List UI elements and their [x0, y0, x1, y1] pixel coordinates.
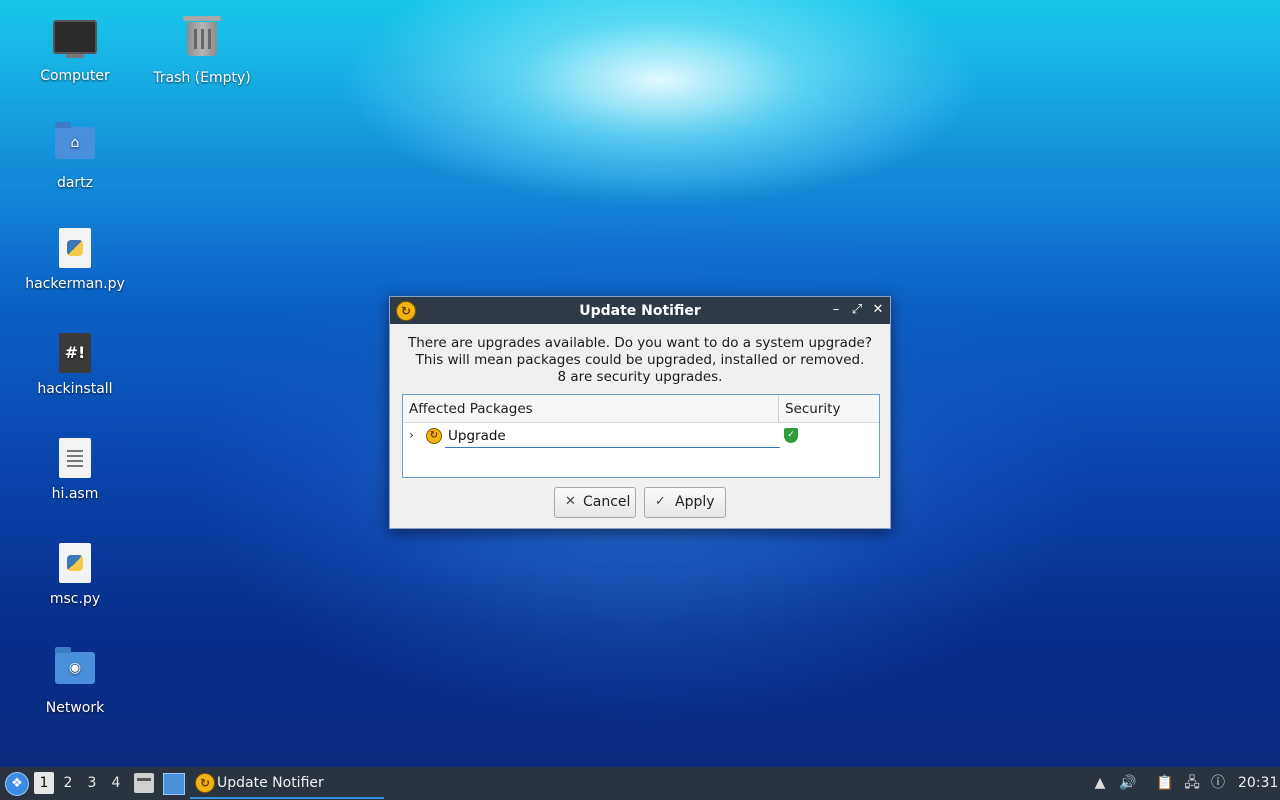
cancel-button[interactable]: ✕ Cancel	[554, 487, 636, 518]
update-notifier-icon: ↻	[426, 428, 442, 444]
message-line: 8 are security upgrades.	[557, 369, 723, 385]
trash-icon	[180, 16, 224, 66]
start-menu-icon[interactable]: ❖	[5, 772, 29, 796]
desktop-icon-msc-py[interactable]: msc.py	[20, 541, 130, 607]
table-row[interactable]: › ↻ Upgrade ✓	[403, 423, 879, 451]
computer-icon	[53, 20, 97, 64]
maximize-icon[interactable]: ⤢	[849, 302, 865, 318]
taskbar: ❖ 1 2 3 4 ↻ Update Notifier ▲ 🔊 📋 🖧 ⓘ 20…	[0, 767, 1280, 800]
message-line: This will mean packages could be upgrade…	[415, 352, 865, 368]
notification-icon[interactable]: ⓘ	[1208, 773, 1228, 793]
desktop-icon-computer[interactable]: Computer	[20, 16, 130, 84]
python-file-icon	[53, 543, 97, 587]
column-divider	[778, 395, 779, 422]
desktop-icon-label: dartz	[56, 175, 94, 191]
workspace-2[interactable]: 2	[58, 772, 78, 794]
taskbar-item-update-notifier[interactable]: ↻ Update Notifier	[190, 770, 384, 799]
workspace-4[interactable]: 4	[106, 772, 126, 794]
desktop-icon-label: msc.py	[49, 591, 101, 607]
workspace-1[interactable]: 1	[34, 772, 54, 794]
desktop-icon-label: Network	[45, 700, 105, 716]
message-line: There are upgrades available. Do you wan…	[408, 335, 872, 351]
close-icon[interactable]: ✕	[870, 302, 886, 318]
home-folder-icon: ⌂	[53, 122, 97, 171]
update-notifier-dialog: ↻ Update Notifier – ⤢ ✕ There are upgrad…	[389, 296, 891, 529]
dialog-titlebar[interactable]: ↻ Update Notifier – ⤢ ✕	[390, 297, 890, 324]
file-manager-icon[interactable]	[134, 773, 154, 793]
column-header-security[interactable]: Security	[785, 401, 840, 417]
desktop-icon-network[interactable]: ◉ Network	[20, 646, 130, 716]
minimize-icon[interactable]: –	[828, 302, 844, 318]
dialog-message: There are upgrades available. Do you wan…	[390, 335, 890, 386]
row-label-upgrade[interactable]: Upgrade	[445, 428, 780, 448]
apply-button[interactable]: ✓ Apply	[644, 487, 726, 518]
network-icon[interactable]: 🖧	[1182, 773, 1202, 793]
clock[interactable]: 20:31	[1238, 775, 1278, 791]
desktop-icon-dartz[interactable]: ⌂ dartz	[20, 121, 130, 191]
desktop-icon-hackinstall[interactable]: #! hackinstall	[20, 331, 130, 397]
apply-button-label: Apply	[675, 494, 715, 510]
check-icon: ✓	[655, 494, 666, 509]
column-header-affected-packages[interactable]: Affected Packages	[409, 401, 533, 417]
desktop-icon-label: hackerman.py	[25, 276, 125, 292]
workspace-3[interactable]: 3	[82, 772, 102, 794]
text-file-icon	[53, 438, 97, 482]
chevron-right-icon[interactable]: ›	[409, 428, 414, 442]
cancel-button-label: Cancel	[583, 494, 631, 510]
tray-up-arrow-icon[interactable]: ▲	[1090, 773, 1110, 793]
dialog-title: Update Notifier	[579, 303, 701, 319]
close-icon: ✕	[565, 494, 576, 509]
desktop-icon-label: hi.asm	[51, 486, 99, 502]
table-header: Affected Packages Security	[403, 395, 879, 423]
python-file-icon	[53, 228, 97, 272]
update-notifier-icon: ↻	[195, 773, 215, 793]
desktop-icon-trash[interactable]: Trash (Empty)	[147, 16, 257, 86]
volume-icon[interactable]: 🔊	[1118, 773, 1138, 793]
desktop-icon-hi-asm[interactable]: hi.asm	[20, 436, 130, 502]
network-folder-icon: ◉	[53, 647, 97, 696]
show-desktop-icon[interactable]	[163, 773, 185, 795]
desktop-icon-label: hackinstall	[37, 381, 113, 397]
clipboard-icon[interactable]: 📋	[1155, 773, 1175, 793]
script-file-icon: #!	[53, 333, 97, 377]
affected-packages-table: Affected Packages Security › ↻ Upgrade ✓	[402, 394, 880, 478]
desktop-icon-label: Computer	[40, 68, 110, 84]
shield-check-icon: ✓	[784, 428, 798, 443]
taskbar-item-label: Update Notifier	[217, 775, 324, 791]
desktop-icon-hackerman-py[interactable]: hackerman.py	[20, 226, 130, 292]
desktop-icon-label: Trash (Empty)	[153, 70, 251, 86]
